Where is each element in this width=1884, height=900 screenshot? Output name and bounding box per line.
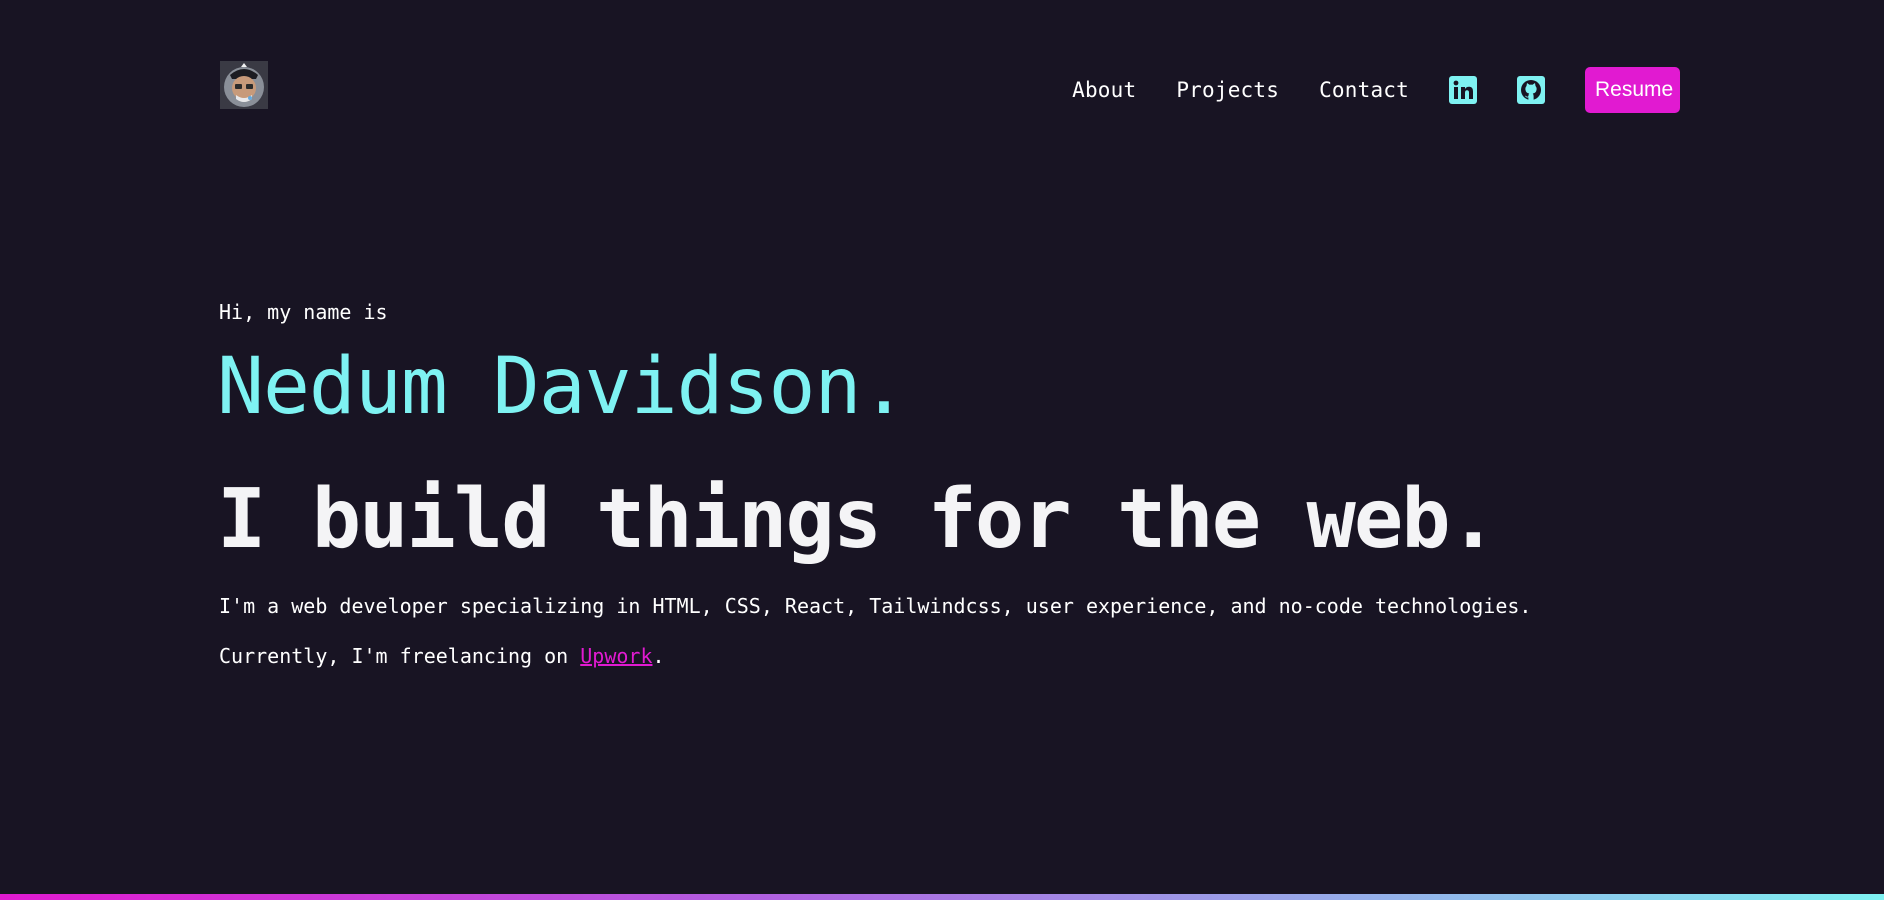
freelance-line: Currently, I'm freelancing on Upwork. xyxy=(219,644,665,668)
hero-description: I'm a web developer specializing in HTML… xyxy=(219,594,1532,618)
top-nav: About Projects Contact Resume xyxy=(220,60,1680,113)
nav-link-about[interactable]: About xyxy=(1072,78,1136,102)
avatar[interactable] xyxy=(220,61,268,109)
nav-link-projects[interactable]: Projects xyxy=(1176,78,1279,102)
hero-name: Nedum Davidson. xyxy=(217,342,907,432)
page: About Projects Contact Resume Hi, my nam… xyxy=(0,0,1884,900)
upwork-link[interactable]: Upwork xyxy=(580,644,652,668)
avatar-image xyxy=(220,61,268,109)
github-icon[interactable] xyxy=(1517,76,1545,104)
freelance-prefix: Currently, I'm freelancing on xyxy=(219,644,581,668)
nav-link-contact[interactable]: Contact xyxy=(1319,78,1409,102)
hero-tagline: I build things for the web. xyxy=(217,472,1498,567)
nav-links: About Projects Contact Resume xyxy=(1072,67,1680,113)
gradient-bottom-bar xyxy=(0,894,1884,900)
resume-button[interactable]: Resume xyxy=(1585,67,1680,113)
freelance-suffix: . xyxy=(652,644,665,668)
greeting-text: Hi, my name is xyxy=(219,300,388,324)
linkedin-icon[interactable] xyxy=(1449,76,1477,104)
